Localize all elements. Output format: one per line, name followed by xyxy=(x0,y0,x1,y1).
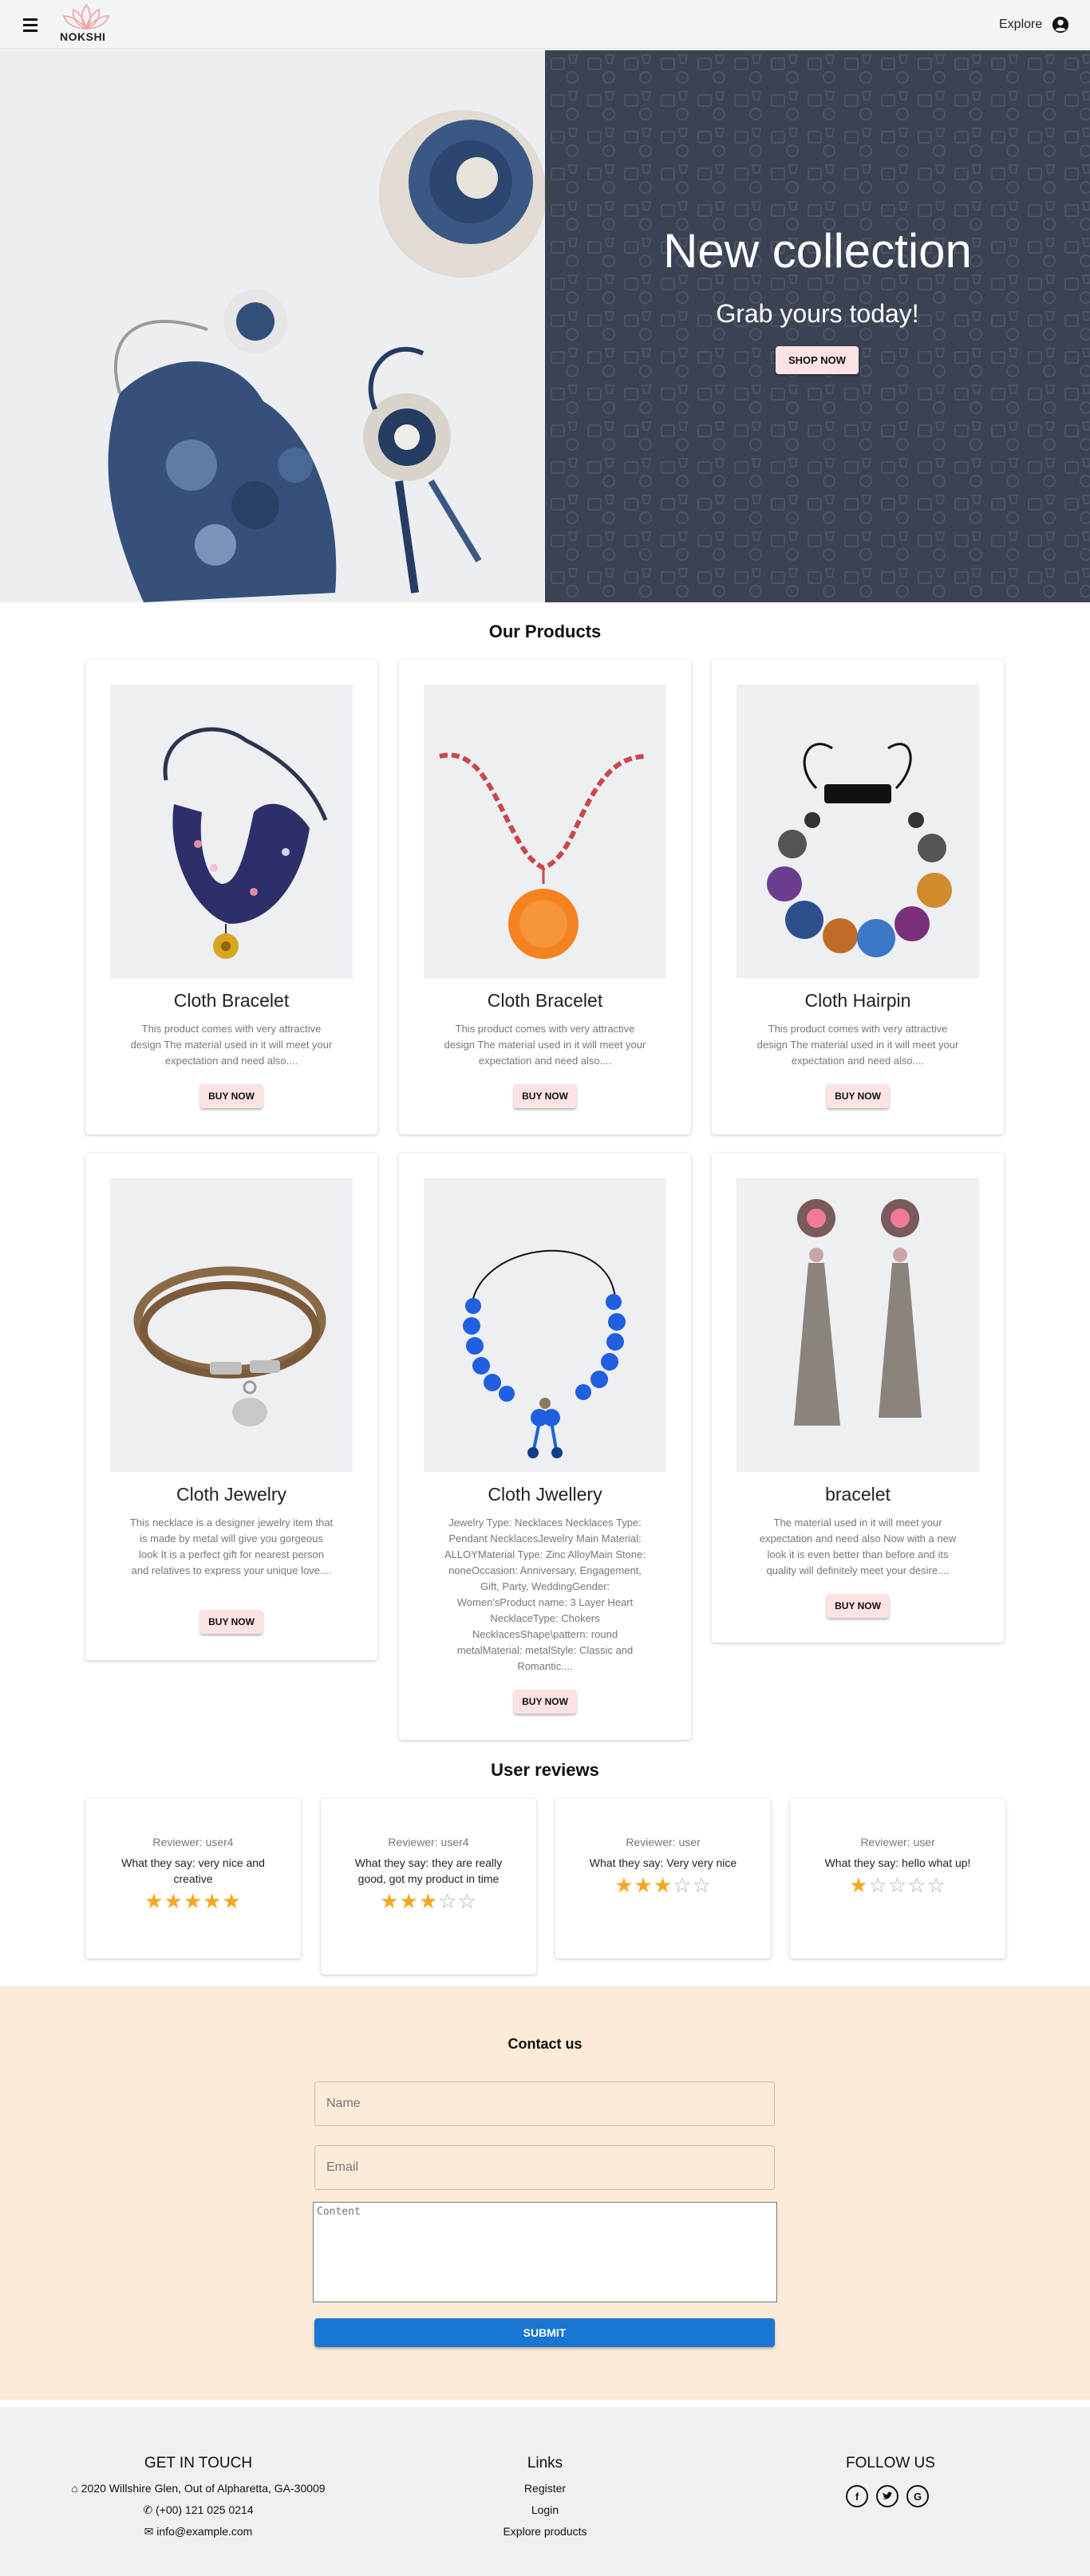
hero-subtitle: Grab yours today! xyxy=(716,299,919,328)
star-rating: ★★★☆☆ xyxy=(614,1873,712,1897)
product-description: Jewelry Type: Necklaces Necklaces Type: … xyxy=(444,1517,646,1672)
product-name[interactable]: Cloth Bracelet xyxy=(85,990,377,1012)
submit-button[interactable]: SUBMIT xyxy=(314,2318,775,2347)
contact-section: Contact us SUBMIT xyxy=(0,1986,1090,2400)
product-image[interactable] xyxy=(737,1178,979,1472)
product-image[interactable] xyxy=(110,684,353,978)
product-image[interactable] xyxy=(424,684,666,978)
buy-now-button[interactable]: BUY NOW xyxy=(200,1084,263,1108)
products-section-title: Our Products xyxy=(488,621,602,641)
footer-link-explore-products[interactable]: Explore products xyxy=(465,2525,625,2538)
product-card: Cloth Bracelet This product comes with v… xyxy=(85,660,377,1134)
app-bar: NOKSHI Explore xyxy=(0,0,1090,49)
product-name[interactable]: Cloth Jwellery xyxy=(399,1484,691,1505)
buy-now-button[interactable]: BUY NOW xyxy=(827,1594,889,1618)
product-card: bracelet The material used in it will me… xyxy=(712,1154,1004,1643)
review-text: What they say: hello what up! xyxy=(824,1856,971,1869)
account-circle-icon[interactable] xyxy=(1052,16,1069,34)
footer-link-register[interactable]: Register xyxy=(465,2482,625,2495)
get-in-touch-title: GET IN TOUCH xyxy=(144,2455,253,2471)
links-title: Links xyxy=(527,2455,563,2471)
address-line: ⌂ 2020 Willshire Glen, Out of Alpharetta… xyxy=(0,2482,397,2495)
address-text: 2020 Willshire Glen, Out of Alpharetta, … xyxy=(81,2482,326,2495)
follow-us-title: FOLLOW US xyxy=(846,2455,935,2471)
footer-link-login[interactable]: Login xyxy=(465,2503,625,2516)
buy-now-button[interactable]: BUY NOW xyxy=(827,1084,889,1108)
hero-title: New collection xyxy=(663,224,972,278)
reviewer-name: Reviewer: user xyxy=(626,1836,701,1848)
name-field[interactable] xyxy=(314,2081,775,2126)
product-image[interactable] xyxy=(737,684,979,978)
menu-icon[interactable] xyxy=(21,15,40,34)
explore-link[interactable]: Explore xyxy=(999,18,1042,32)
product-card: Cloth Bracelet This product comes with v… xyxy=(399,660,691,1134)
reviewer-name: Reviewer: user xyxy=(860,1836,935,1848)
buy-now-button[interactable]: BUY NOW xyxy=(514,1690,576,1714)
product-description: The material used in it will meet your e… xyxy=(759,1517,957,1576)
review-text: What they say: very nice and creative xyxy=(121,1856,265,1885)
content-textarea[interactable] xyxy=(313,2202,777,2302)
email-line: ✉ info@example.com xyxy=(0,2525,397,2539)
product-name[interactable]: Cloth Hairpin xyxy=(712,990,1004,1012)
product-card: Cloth Jwellery Jewelry Type: Necklaces N… xyxy=(399,1154,691,1740)
product-description: This necklace is a designer jewelry item… xyxy=(129,1517,334,1576)
phone-icon: ✆ xyxy=(143,2503,153,2516)
facebook-icon[interactable]: f xyxy=(846,2485,868,2507)
buy-now-button[interactable]: BUY NOW xyxy=(514,1084,576,1108)
reviews-section-title: User reviews xyxy=(491,1760,599,1780)
mail-icon: ✉ xyxy=(144,2525,154,2538)
home-icon: ⌂ xyxy=(71,2482,78,2495)
product-image[interactable] xyxy=(110,1178,353,1472)
review-card: Reviewer: user4 What they say: very nice… xyxy=(85,1799,301,1959)
review-text: What they say: Very very nice xyxy=(589,1856,737,1869)
email-text: info@example.com xyxy=(156,2525,253,2538)
footer: GET IN TOUCH ⌂ 2020 Willshire Glen, Out … xyxy=(0,2407,1090,2576)
product-card: Cloth Jewelry This necklace is a designe… xyxy=(85,1154,377,1660)
product-card: Cloth Hairpin This product comes with ve… xyxy=(712,660,1004,1134)
product-name[interactable]: Cloth Bracelet xyxy=(399,990,691,1012)
phone-text: (+00) 121 025 0214 xyxy=(156,2503,254,2516)
product-name[interactable]: bracelet xyxy=(712,1484,1004,1505)
twitter-icon[interactable] xyxy=(876,2485,898,2507)
star-rating: ★☆☆☆☆ xyxy=(849,1873,946,1897)
reviewer-name: Reviewer: user4 xyxy=(388,1836,469,1848)
review-card: Reviewer: user4 What they say: they are … xyxy=(321,1799,536,1974)
product-description: This product comes with very attractive … xyxy=(130,1023,333,1067)
review-text: What they say: they are really good, got… xyxy=(354,1856,503,1885)
contact-title: Contact us xyxy=(507,2036,583,2052)
phone-line: ✆ (+00) 121 025 0214 xyxy=(0,2503,397,2517)
review-card: Reviewer: user What they say: hello what… xyxy=(790,1799,1005,1959)
star-rating: ★★★☆☆ xyxy=(380,1889,477,1913)
google-icon[interactable]: G xyxy=(906,2485,929,2507)
product-description: This product comes with very attractive … xyxy=(444,1023,646,1067)
reviewer-name: Reviewer: user4 xyxy=(152,1836,234,1848)
star-rating: ★★★★★ xyxy=(144,1889,242,1913)
product-name[interactable]: Cloth Jewelry xyxy=(85,1484,377,1505)
brand-name: NOKSHI xyxy=(60,30,106,43)
product-image[interactable] xyxy=(424,1178,666,1472)
review-card: Reviewer: user What they say: Very very … xyxy=(555,1799,771,1959)
hero-jewelry-image xyxy=(0,50,545,602)
email-field[interactable] xyxy=(314,2145,775,2190)
shop-now-button[interactable]: SHOP NOW xyxy=(776,346,859,374)
hero-banner: New collection Grab yours today! SHOP NO… xyxy=(0,50,1090,602)
buy-now-button[interactable]: BUY NOW xyxy=(200,1610,263,1634)
product-description: This product comes with very attractive … xyxy=(756,1023,959,1067)
